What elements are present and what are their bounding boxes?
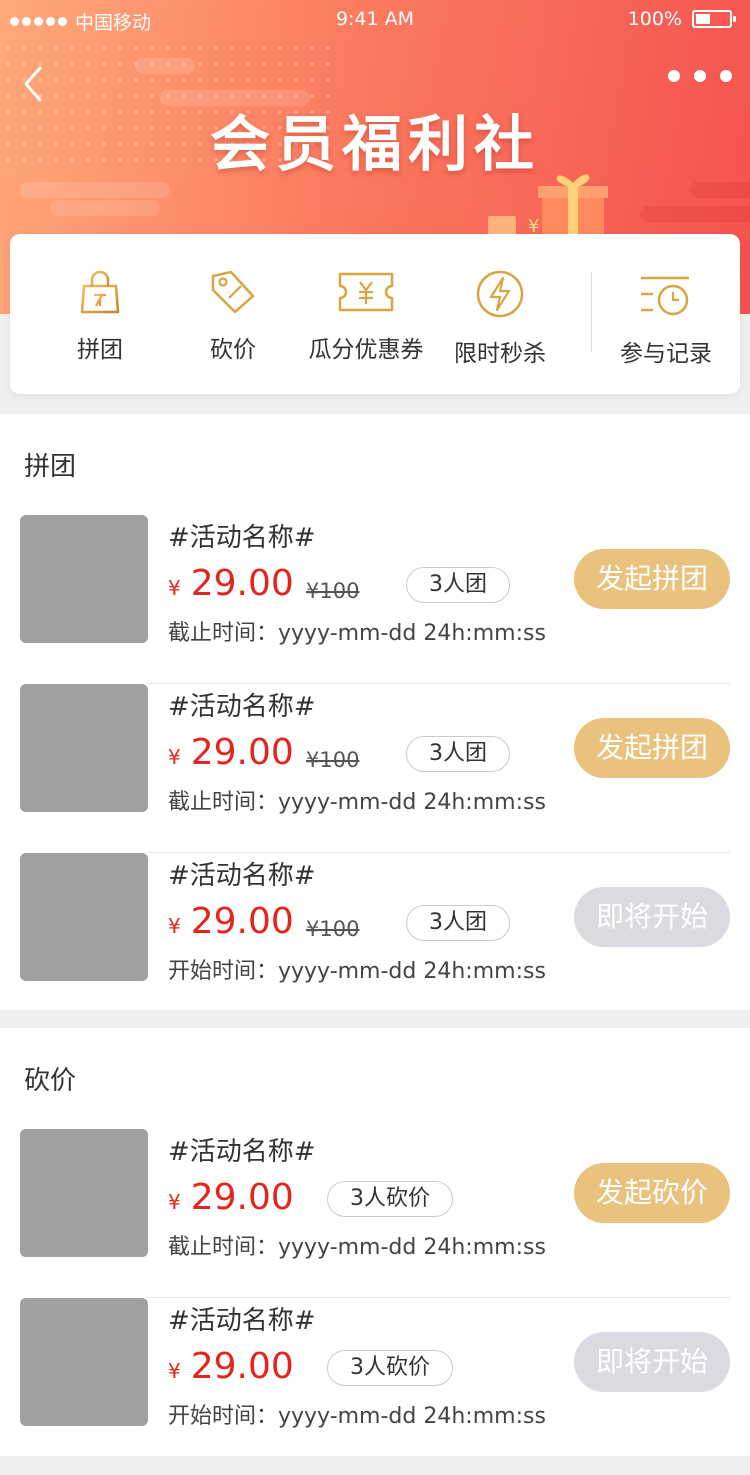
sale-price: ¥29.00 <box>168 1177 294 1218</box>
menu-item-flashsale[interactable]: 限时秒杀 <box>430 268 570 368</box>
start-time-text: 开始时间：yyyy-mm-dd 24h:mm:ss <box>168 1404 546 1429</box>
start-groupbuy-button[interactable]: 发起拼团 <box>574 549 730 609</box>
deadline-text: 截止时间：yyyy-mm-dd 24h:mm:ss <box>168 1235 546 1260</box>
product-image[interactable] <box>20 853 148 981</box>
menu-label: 砍价 <box>210 337 256 363</box>
start-bargain-button[interactable]: 发起砍价 <box>574 1163 730 1223</box>
sale-price: ¥29.00 <box>168 563 294 604</box>
menu-item-records[interactable]: 参与记录 <box>596 272 736 368</box>
original-price: ¥100 <box>306 579 360 603</box>
coupon-icon <box>338 272 394 312</box>
original-price: ¥100 <box>306 748 360 772</box>
price-tag-icon <box>211 270 255 314</box>
section-bargain: 砍价 #活动名称# ¥29.00 3人砍价 截止时间：yyyy-mm-dd 24… <box>0 1028 750 1456</box>
product-image[interactable] <box>20 1129 148 1257</box>
menu-label: 瓜分优惠券 <box>308 337 424 363</box>
menu-item-bargain[interactable]: 砍价 <box>163 268 303 364</box>
section-groupbuy: 拼团 #活动名称# ¥29.00 ¥100 3人团 截止时间：yyyy-mm-d… <box>0 414 750 1010</box>
sale-price: ¥29.00 <box>168 1346 294 1387</box>
record-clock-icon <box>641 276 689 316</box>
bargain-size-badge: 3人砍价 <box>327 1350 453 1386</box>
menu-item-groupbuy[interactable]: 拼团 <box>30 268 170 364</box>
status-bar: 中国移动 9:41 AM 100% <box>0 0 750 40</box>
coming-soon-button[interactable]: 即将开始 <box>574 887 730 947</box>
activity-name: #活动名称# <box>168 692 316 722</box>
activity-name: #活动名称# <box>168 1137 316 1167</box>
more-button[interactable] <box>668 70 732 82</box>
menu-label: 参与记录 <box>620 341 712 367</box>
battery-icon <box>692 10 736 28</box>
activity-name: #活动名称# <box>168 523 316 553</box>
activity-name: #活动名称# <box>168 1306 316 1336</box>
list-item[interactable]: #活动名称# ¥29.00 ¥100 3人团 开始时间：yyyy-mm-dd 2… <box>0 853 750 1022</box>
shopping-bag-icon <box>80 270 120 314</box>
product-image[interactable] <box>20 515 148 643</box>
battery-percent: 100% <box>627 8 682 30</box>
product-image[interactable] <box>20 1298 148 1426</box>
sale-price: ¥29.00 <box>168 732 294 773</box>
sale-price: ¥29.00 <box>168 901 294 942</box>
coming-soon-button[interactable]: 即将开始 <box>574 1332 730 1392</box>
list-item[interactable]: #活动名称# ¥29.00 ¥100 3人团 截止时间：yyyy-mm-dd 2… <box>0 684 750 853</box>
deadline-text: 截止时间：yyyy-mm-dd 24h:mm:ss <box>168 790 546 815</box>
section-title: 拼团 <box>24 452 77 482</box>
list-item[interactable]: #活动名称# ¥29.00 3人砍价 开始时间：yyyy-mm-dd 24h:m… <box>0 1298 750 1467</box>
deadline-text: 截止时间：yyyy-mm-dd 24h:mm:ss <box>168 621 546 646</box>
more-dots-icon <box>668 70 680 82</box>
menu-item-coupon[interactable]: 瓜分优惠券 <box>296 268 436 364</box>
start-time-text: 开始时间：yyyy-mm-dd 24h:mm:ss <box>168 959 546 984</box>
group-size-badge: 3人团 <box>406 736 510 772</box>
menu-divider <box>591 272 592 352</box>
menu-label: 拼团 <box>77 337 123 363</box>
list-item[interactable]: #活动名称# ¥29.00 ¥100 3人团 截止时间：yyyy-mm-dd 2… <box>0 515 750 684</box>
section-title: 砍价 <box>24 1066 77 1096</box>
original-price: ¥100 <box>306 917 360 941</box>
group-size-badge: 3人团 <box>406 905 510 941</box>
feature-menu: 拼团 砍价 瓜分优惠券 限时秒杀 参与记录 <box>10 234 740 394</box>
bargain-size-badge: 3人砍价 <box>327 1181 453 1217</box>
list-item[interactable]: #活动名称# ¥29.00 3人砍价 截止时间：yyyy-mm-dd 24h:m… <box>0 1129 750 1298</box>
group-size-badge: 3人团 <box>406 567 510 603</box>
activity-name: #活动名称# <box>168 861 316 891</box>
flash-icon <box>476 270 524 318</box>
start-groupbuy-button[interactable]: 发起拼团 <box>574 718 730 778</box>
menu-label: 限时秒杀 <box>454 341 546 367</box>
product-image[interactable] <box>20 684 148 812</box>
